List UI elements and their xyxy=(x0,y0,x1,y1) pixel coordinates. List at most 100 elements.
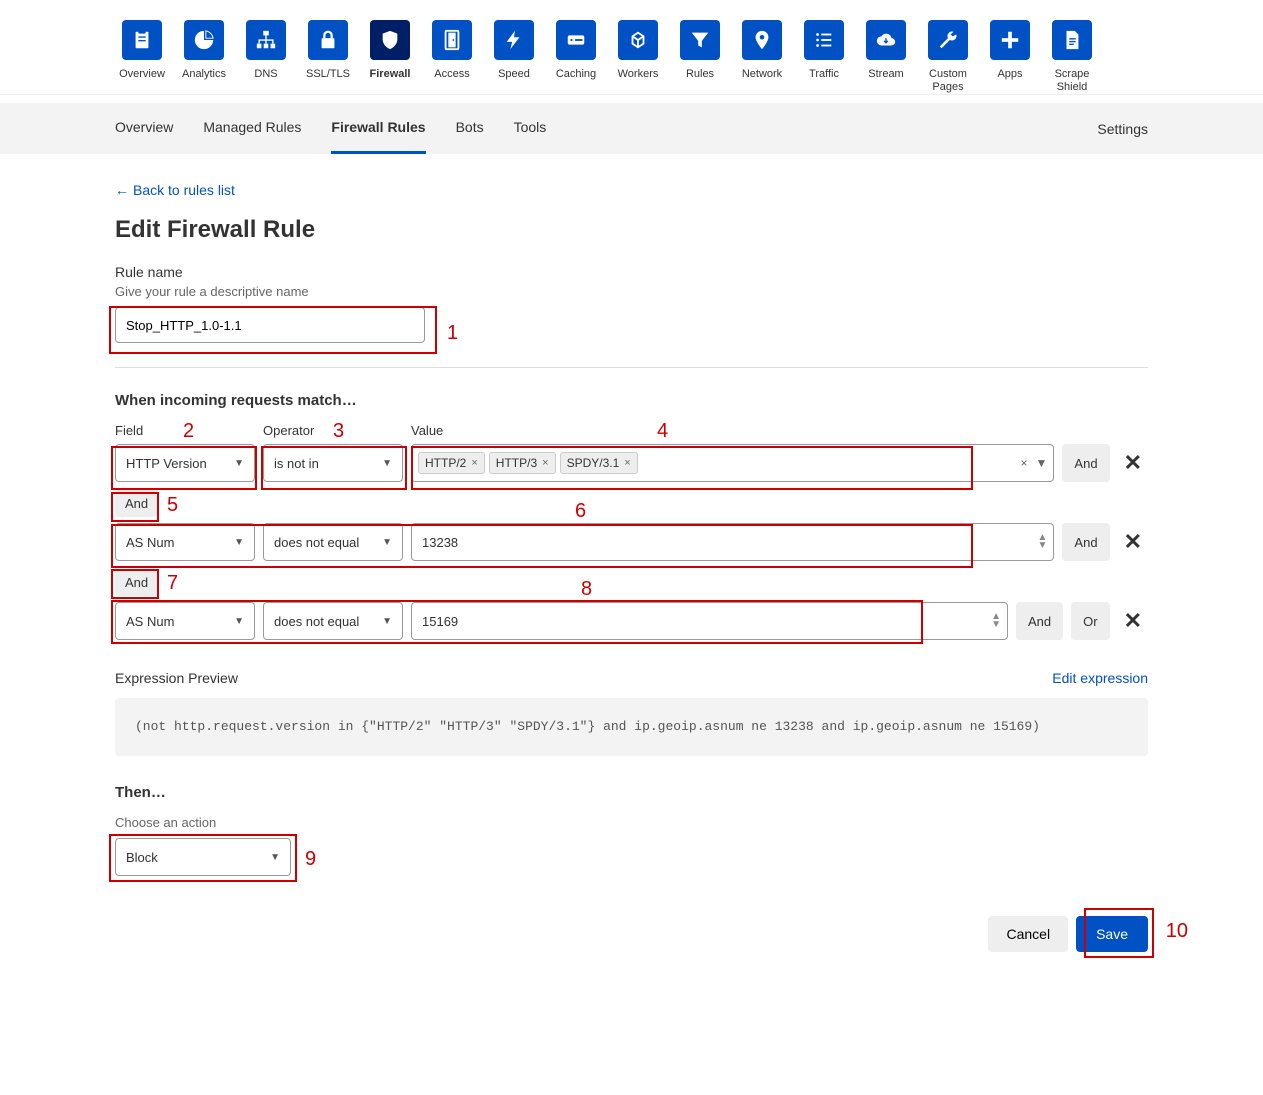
operator-select[interactable]: is not in ▼ xyxy=(263,444,403,482)
chevron-down-icon: ▼ xyxy=(234,616,244,627)
field-value: HTTP Version xyxy=(126,456,207,471)
remove-chip-icon[interactable]: × xyxy=(542,457,548,469)
remove-row-icon[interactable]: ✕ xyxy=(1118,608,1148,634)
clear-icon[interactable]: × xyxy=(1021,456,1028,470)
and-button[interactable]: And xyxy=(1016,602,1063,640)
topnav-item-rules[interactable]: Rules xyxy=(673,20,727,94)
value-text: 13238 xyxy=(422,535,458,550)
topnav-item-scrape-shield[interactable]: Scrape Shield xyxy=(1045,20,1099,94)
topnav-item-caching[interactable]: Caching xyxy=(549,20,603,94)
or-button[interactable]: Or xyxy=(1071,602,1109,640)
field-select[interactable]: AS Num ▼ xyxy=(115,602,255,640)
topnav-item-firewall[interactable]: Firewall xyxy=(363,20,417,94)
drive-icon xyxy=(556,20,596,60)
annotation-1: 1 xyxy=(447,322,458,345)
wrench-icon xyxy=(928,20,968,60)
list-icon xyxy=(804,20,844,60)
chevron-down-icon: ▼ xyxy=(382,616,392,627)
topnav-item-custom-pages[interactable]: Custom Pages xyxy=(921,20,975,94)
topnav-label: Network xyxy=(742,68,782,94)
back-to-rules-link[interactable]: ← Back to rules list xyxy=(115,182,235,198)
and-button[interactable]: And xyxy=(1062,523,1109,561)
shield-icon xyxy=(370,20,410,60)
chevron-down-icon[interactable]: ▼ xyxy=(1036,456,1048,470)
operator-value: does not equal xyxy=(274,535,359,550)
number-spinner-icon[interactable]: ▲▼ xyxy=(991,613,1001,629)
value-chip: SPDY/3.1 × xyxy=(560,452,638,474)
tab-overview[interactable]: Overview xyxy=(115,103,173,154)
sitemap-icon xyxy=(246,20,286,60)
rule-name-label: Rule name xyxy=(115,264,1148,280)
topnav-item-speed[interactable]: Speed xyxy=(487,20,541,94)
operator-header: Operator xyxy=(263,423,403,438)
rule-name-input[interactable] xyxy=(115,307,425,343)
field-header: Field xyxy=(115,423,255,438)
expression-preview: (not http.request.version in {"HTTP/2" "… xyxy=(115,698,1148,756)
topnav-item-overview[interactable]: Overview xyxy=(115,20,169,94)
tab-tools[interactable]: Tools xyxy=(514,103,547,154)
value-input[interactable]: HTTP/2 ×HTTP/3 ×SPDY/3.1 ××▼ xyxy=(411,444,1054,482)
bolt-icon xyxy=(494,20,534,60)
value-input[interactable]: 13238 ▲▼ xyxy=(411,523,1054,561)
remove-chip-icon[interactable]: × xyxy=(624,457,630,469)
topnav-item-analytics[interactable]: Analytics xyxy=(177,20,231,94)
funnel-icon xyxy=(680,20,720,60)
topnav-item-access[interactable]: Access xyxy=(425,20,479,94)
back-link-label: Back to rules list xyxy=(133,182,235,198)
number-spinner-icon[interactable]: ▲▼ xyxy=(1038,534,1048,550)
topnav-item-ssl-tls[interactable]: SSL/TLS xyxy=(301,20,355,94)
topnav-label: SSL/TLS xyxy=(306,68,350,94)
settings-link[interactable]: Settings xyxy=(1097,105,1148,153)
topnav-item-stream[interactable]: Stream xyxy=(859,20,913,94)
topnav-item-workers[interactable]: Workers xyxy=(611,20,665,94)
action-select[interactable]: Block ▼ xyxy=(115,838,291,876)
and-button[interactable]: And xyxy=(1062,444,1109,482)
page-title: Edit Firewall Rule xyxy=(115,216,1148,244)
edit-expression-link[interactable]: Edit expression xyxy=(1052,670,1148,686)
arrow-left-icon: ← xyxy=(115,182,129,198)
hex-icon xyxy=(618,20,658,60)
lock-icon xyxy=(308,20,348,60)
topnav-label: Overview xyxy=(119,68,165,94)
chevron-down-icon: ▼ xyxy=(234,458,244,469)
cancel-button[interactable]: Cancel xyxy=(988,916,1068,952)
value-chip: HTTP/3 × xyxy=(489,452,556,474)
field-value: AS Num xyxy=(126,535,174,550)
chevron-down-icon: ▼ xyxy=(234,537,244,548)
value-text: 15169 xyxy=(422,614,458,629)
annotation-9: 9 xyxy=(305,848,316,871)
operator-value: does not equal xyxy=(274,614,359,629)
expression-label: Expression Preview xyxy=(115,670,238,686)
topnav-label: Stream xyxy=(868,68,903,94)
chevron-down-icon: ▼ xyxy=(382,458,392,469)
operator-select[interactable]: does not equal ▼ xyxy=(263,602,403,640)
topnav-item-traffic[interactable]: Traffic xyxy=(797,20,851,94)
topnav-item-apps[interactable]: Apps xyxy=(983,20,1037,94)
remove-chip-icon[interactable]: × xyxy=(471,457,477,469)
topnav-label: Access xyxy=(434,68,469,94)
chevron-down-icon: ▼ xyxy=(270,852,280,863)
field-value: AS Num xyxy=(126,614,174,629)
tab-managed-rules[interactable]: Managed Rules xyxy=(203,103,301,154)
operator-select[interactable]: does not equal▼ xyxy=(263,523,403,561)
tab-firewall-rules[interactable]: Firewall Rules xyxy=(331,103,425,154)
value-chip: HTTP/2 × xyxy=(418,452,485,474)
value-input[interactable]: 15169 ▲▼ xyxy=(411,602,1008,640)
save-button[interactable]: Save xyxy=(1076,916,1148,952)
topnav-item-dns[interactable]: DNS xyxy=(239,20,293,94)
tab-bots[interactable]: Bots xyxy=(456,103,484,154)
field-select[interactable]: AS Num ▼ xyxy=(115,523,255,561)
topnav-item-network[interactable]: Network xyxy=(735,20,789,94)
field-select[interactable]: HTTP Version ▼ xyxy=(115,444,255,482)
remove-row-icon[interactable]: ✕ xyxy=(1118,450,1148,476)
cloud-icon xyxy=(866,20,906,60)
pin-icon xyxy=(742,20,782,60)
action-value: Block xyxy=(126,850,158,865)
sub-nav: Overview Managed Rules Firewall Rules Bots T… xyxy=(0,103,1263,154)
topnav-label: DNS xyxy=(254,68,277,94)
connector-chip: And xyxy=(115,569,158,596)
operator-value: is not in xyxy=(274,456,319,471)
remove-row-icon[interactable]: ✕ xyxy=(1118,529,1148,555)
topnav-label: Traffic xyxy=(809,68,839,94)
connector-chip: And xyxy=(115,490,158,517)
